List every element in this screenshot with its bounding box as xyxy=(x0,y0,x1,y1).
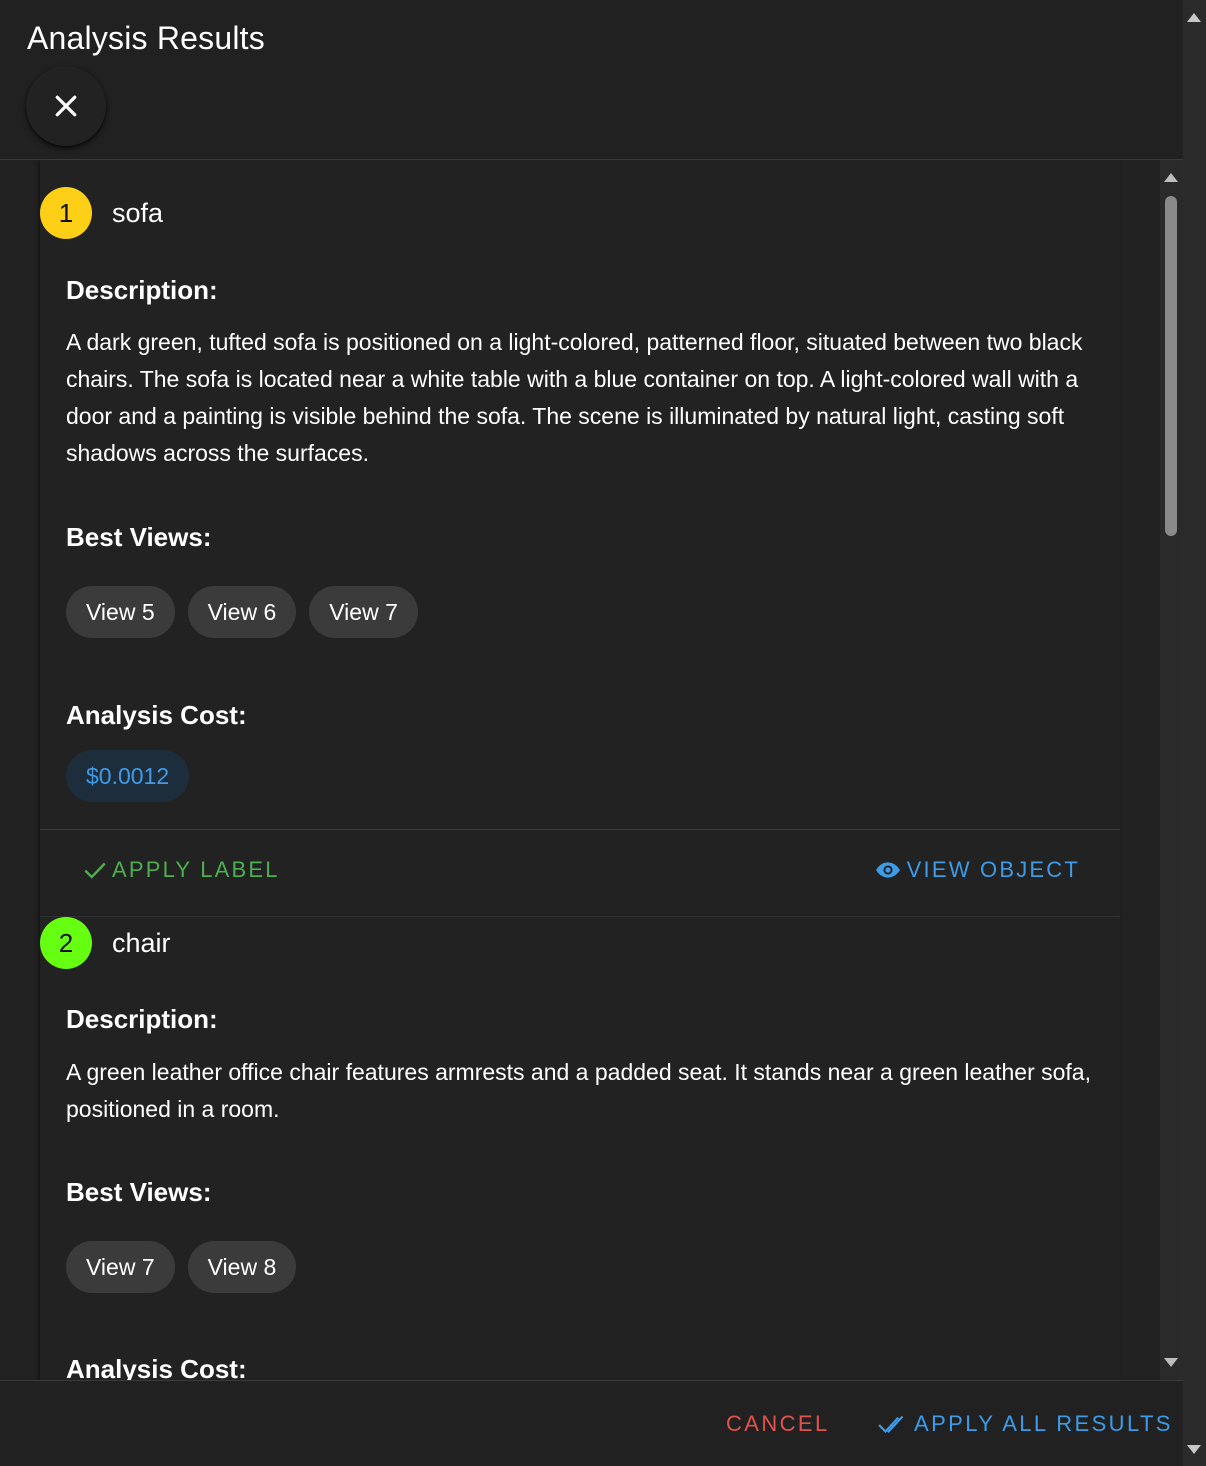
double-check-icon xyxy=(878,1415,904,1434)
dialog-footer: CANCEL APPLY ALL RESULTS xyxy=(0,1380,1183,1466)
check-icon xyxy=(84,862,106,879)
description-heading: Description: xyxy=(66,1004,218,1034)
eye-icon xyxy=(875,862,900,878)
close-button[interactable] xyxy=(26,66,106,146)
description-text: A dark green, tufted sofa is positioned … xyxy=(66,329,1083,466)
description-text: A green leather office chair features ar… xyxy=(66,1059,1091,1122)
apply-label-text: APPLY LABEL xyxy=(112,857,280,882)
result-card-chair: 2 chair Description: A green leather off… xyxy=(40,917,1120,1380)
description-heading: Description: xyxy=(66,275,218,305)
scroll-up-arrow-icon[interactable] xyxy=(1164,173,1178,182)
view-chip[interactable]: View 5 xyxy=(66,586,175,638)
cancel-button[interactable]: CANCEL xyxy=(726,1411,830,1437)
scroll-down-arrow-icon[interactable] xyxy=(1187,1445,1201,1454)
result-index-badge: 2 xyxy=(40,917,92,969)
card-divider xyxy=(40,829,1120,830)
view-chip[interactable]: View 6 xyxy=(187,586,297,638)
result-index-badge: 1 xyxy=(40,187,92,239)
dialog-header: Analysis Results xyxy=(0,0,1183,160)
result-label: chair xyxy=(112,928,171,958)
best-views-heading: Best Views: xyxy=(66,522,212,552)
analysis-cost-chip: $0.0012 xyxy=(66,750,190,802)
view-object-text: VIEW OBJECT xyxy=(906,857,1080,882)
best-views-heading: Best Views: xyxy=(66,1177,212,1207)
best-views-chips: View 5 View 6 View 7 xyxy=(66,586,418,638)
results-scrollbar[interactable] xyxy=(1160,160,1183,1380)
dialog-title: Analysis Results xyxy=(27,20,265,56)
result-label: sofa xyxy=(112,198,164,228)
result-card-sofa: 1 sofa Description: A dark green, tufted… xyxy=(40,160,1120,917)
view-chip[interactable]: View 8 xyxy=(187,1241,297,1293)
view-chip[interactable]: View 7 xyxy=(66,1241,175,1293)
best-views-chips: View 7 View 8 xyxy=(66,1241,297,1293)
apply-all-results-label: APPLY ALL RESULTS xyxy=(914,1411,1173,1436)
view-object-button[interactable]: VIEW OBJECT xyxy=(873,857,1080,883)
analysis-cost-heading: Analysis Cost: xyxy=(66,700,247,730)
page-scrollbar[interactable] xyxy=(1183,0,1206,1466)
apply-all-results-button[interactable]: APPLY ALL RESULTS xyxy=(878,1411,1173,1437)
scroll-down-arrow-icon[interactable] xyxy=(1164,1358,1178,1367)
analysis-cost-heading: Analysis Cost: xyxy=(66,1354,247,1380)
analysis-results-dialog: Analysis Results 1 sofa Description: A d… xyxy=(0,0,1183,1466)
results-list: 1 sofa Description: A dark green, tufted… xyxy=(0,160,1160,1380)
scrollbar-thumb[interactable] xyxy=(1165,196,1177,536)
close-icon xyxy=(55,95,77,117)
view-chip[interactable]: View 7 xyxy=(309,586,418,638)
cancel-label: CANCEL xyxy=(726,1411,830,1436)
apply-label-button[interactable]: APPLY LABEL xyxy=(82,857,280,883)
scroll-up-arrow-icon[interactable] xyxy=(1187,13,1201,22)
